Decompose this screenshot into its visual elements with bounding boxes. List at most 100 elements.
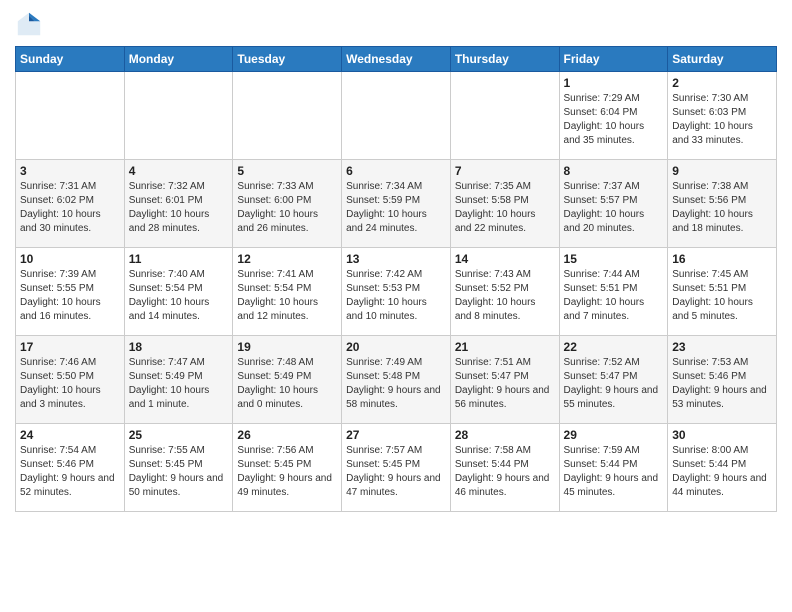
- day-info: Sunrise: 7:33 AM Sunset: 6:00 PM Dayligh…: [237, 180, 337, 236]
- calendar-cell: [450, 72, 559, 160]
- day-info: Sunrise: 7:45 AM Sunset: 5:51 PM Dayligh…: [672, 268, 772, 324]
- day-info: Sunrise: 7:59 AM Sunset: 5:44 PM Dayligh…: [564, 444, 664, 500]
- calendar-cell: 17 Sunrise: 7:46 AM Sunset: 5:50 PM Dayli…: [16, 336, 125, 424]
- calendar-cell: 8Sunrise: 7:37 AM Sunset: 5:57 PM Daylig…: [559, 160, 668, 248]
- day-info: Sunrise: 7:56 AM Sunset: 5:45 PM Dayligh…: [237, 444, 337, 500]
- day-info: Sunrise: 7:46 AM Sunset: 5:50 PM Dayligh…: [20, 356, 120, 412]
- calendar-cell: 28 Sunrise: 7:58 AM Sunset: 5:44 PM Dayli…: [450, 424, 559, 512]
- day-info: Sunrise: 7:39 AM Sunset: 5:55 PM Dayligh…: [20, 268, 120, 324]
- weekday-header-tuesday: Tuesday: [233, 47, 342, 72]
- day-info: Sunrise: 7:54 AM Sunset: 5:46 PM Dayligh…: [20, 444, 120, 500]
- day-info: Sunrise: 7:52 AM Sunset: 5:47 PM Dayligh…: [564, 356, 664, 412]
- weekday-header-friday: Friday: [559, 47, 668, 72]
- day-number: 5: [237, 164, 337, 178]
- day-info: Sunrise: 7:44 AM Sunset: 5:51 PM Dayligh…: [564, 268, 664, 324]
- calendar-cell: 20 Sunrise: 7:49 AM Sunset: 5:48 PM Dayli…: [342, 336, 451, 424]
- calendar-cell: 27 Sunrise: 7:57 AM Sunset: 5:45 PM Dayli…: [342, 424, 451, 512]
- calendar-cell: 5 Sunrise: 7:33 AM Sunset: 6:00 PM Daylig…: [233, 160, 342, 248]
- day-number: 30: [672, 428, 772, 442]
- day-info: Sunrise: 7:53 AM Sunset: 5:46 PM Dayligh…: [672, 356, 772, 412]
- day-number: 24: [20, 428, 120, 442]
- calendar-week-row: 3Sunrise: 7:31 AM Sunset: 6:02 PM Daylig…: [16, 160, 777, 248]
- day-info: Sunrise: 7:29 AM Sunset: 6:04 PM Dayligh…: [564, 92, 664, 148]
- calendar-cell: [16, 72, 125, 160]
- day-info: Sunrise: 7:32 AM Sunset: 6:01 PM Dayligh…: [129, 180, 229, 236]
- calendar-cell: [342, 72, 451, 160]
- day-info: Sunrise: 7:30 AM Sunset: 6:03 PM Dayligh…: [672, 92, 772, 148]
- calendar-cell: 2 Sunrise: 7:30 AM Sunset: 6:03 PM Daylig…: [668, 72, 777, 160]
- day-info: Sunrise: 7:58 AM Sunset: 5:44 PM Dayligh…: [455, 444, 555, 500]
- calendar-cell: 4 Sunrise: 7:32 AM Sunset: 6:01 PM Daylig…: [124, 160, 233, 248]
- day-number: 13: [346, 252, 446, 266]
- weekday-header-wednesday: Wednesday: [342, 47, 451, 72]
- calendar-cell: 9 Sunrise: 7:38 AM Sunset: 5:56 PM Daylig…: [668, 160, 777, 248]
- calendar-week-row: 17 Sunrise: 7:46 AM Sunset: 5:50 PM Dayli…: [16, 336, 777, 424]
- day-number: 4: [129, 164, 229, 178]
- day-number: 10: [20, 252, 120, 266]
- day-info: Sunrise: 7:47 AM Sunset: 5:49 PM Dayligh…: [129, 356, 229, 412]
- day-number: 26: [237, 428, 337, 442]
- day-info: Sunrise: 7:51 AM Sunset: 5:47 PM Dayligh…: [455, 356, 555, 412]
- day-info: Sunrise: 8:00 AM Sunset: 5:44 PM Dayligh…: [672, 444, 772, 500]
- day-number: 27: [346, 428, 446, 442]
- day-info: Sunrise: 7:43 AM Sunset: 5:52 PM Dayligh…: [455, 268, 555, 324]
- calendar-cell: 1Sunrise: 7:29 AM Sunset: 6:04 PM Daylig…: [559, 72, 668, 160]
- calendar-cell: 26 Sunrise: 7:56 AM Sunset: 5:45 PM Dayli…: [233, 424, 342, 512]
- calendar-cell: 14 Sunrise: 7:43 AM Sunset: 5:52 PM Dayli…: [450, 248, 559, 336]
- calendar-cell: 10 Sunrise: 7:39 AM Sunset: 5:55 PM Dayli…: [16, 248, 125, 336]
- calendar-cell: 22Sunrise: 7:52 AM Sunset: 5:47 PM Dayli…: [559, 336, 668, 424]
- day-number: 6: [346, 164, 446, 178]
- day-info: Sunrise: 7:31 AM Sunset: 6:02 PM Dayligh…: [20, 180, 120, 236]
- calendar-cell: 15Sunrise: 7:44 AM Sunset: 5:51 PM Dayli…: [559, 248, 668, 336]
- day-info: Sunrise: 7:48 AM Sunset: 5:49 PM Dayligh…: [237, 356, 337, 412]
- day-number: 21: [455, 340, 555, 354]
- day-info: Sunrise: 7:57 AM Sunset: 5:45 PM Dayligh…: [346, 444, 446, 500]
- calendar-cell: 7 Sunrise: 7:35 AM Sunset: 5:58 PM Daylig…: [450, 160, 559, 248]
- day-number: 28: [455, 428, 555, 442]
- day-info: Sunrise: 7:38 AM Sunset: 5:56 PM Dayligh…: [672, 180, 772, 236]
- weekday-header-monday: Monday: [124, 47, 233, 72]
- day-number: 25: [129, 428, 229, 442]
- day-number: 7: [455, 164, 555, 178]
- day-info: Sunrise: 7:42 AM Sunset: 5:53 PM Dayligh…: [346, 268, 446, 324]
- header: [15, 10, 777, 38]
- day-number: 11: [129, 252, 229, 266]
- day-info: Sunrise: 7:34 AM Sunset: 5:59 PM Dayligh…: [346, 180, 446, 236]
- day-info: Sunrise: 7:55 AM Sunset: 5:45 PM Dayligh…: [129, 444, 229, 500]
- day-info: Sunrise: 7:41 AM Sunset: 5:54 PM Dayligh…: [237, 268, 337, 324]
- day-info: Sunrise: 7:49 AM Sunset: 5:48 PM Dayligh…: [346, 356, 446, 412]
- calendar-cell: 19Sunrise: 7:48 AM Sunset: 5:49 PM Dayli…: [233, 336, 342, 424]
- calendar-cell: 3Sunrise: 7:31 AM Sunset: 6:02 PM Daylig…: [16, 160, 125, 248]
- calendar-week-row: 10 Sunrise: 7:39 AM Sunset: 5:55 PM Dayli…: [16, 248, 777, 336]
- calendar-cell: 30 Sunrise: 8:00 AM Sunset: 5:44 PM Dayli…: [668, 424, 777, 512]
- day-info: Sunrise: 7:40 AM Sunset: 5:54 PM Dayligh…: [129, 268, 229, 324]
- weekday-header-sunday: Sunday: [16, 47, 125, 72]
- day-number: 20: [346, 340, 446, 354]
- calendar-cell: 18Sunrise: 7:47 AM Sunset: 5:49 PM Dayli…: [124, 336, 233, 424]
- calendar-cell: [124, 72, 233, 160]
- day-info: Sunrise: 7:35 AM Sunset: 5:58 PM Dayligh…: [455, 180, 555, 236]
- calendar-cell: [233, 72, 342, 160]
- calendar-cell: 29 Sunrise: 7:59 AM Sunset: 5:44 PM Dayli…: [559, 424, 668, 512]
- calendar-cell: 25 Sunrise: 7:55 AM Sunset: 5:45 PM Dayli…: [124, 424, 233, 512]
- calendar-table: SundayMondayTuesdayWednesdayThursdayFrid…: [15, 46, 777, 512]
- day-number: 12: [237, 252, 337, 266]
- calendar-cell: 6 Sunrise: 7:34 AM Sunset: 5:59 PM Daylig…: [342, 160, 451, 248]
- calendar-cell: 23 Sunrise: 7:53 AM Sunset: 5:46 PM Dayli…: [668, 336, 777, 424]
- calendar-cell: 16 Sunrise: 7:45 AM Sunset: 5:51 PM Dayli…: [668, 248, 777, 336]
- day-number: 17: [20, 340, 120, 354]
- calendar-week-row: 1Sunrise: 7:29 AM Sunset: 6:04 PM Daylig…: [16, 72, 777, 160]
- day-number: 14: [455, 252, 555, 266]
- calendar-container: SundayMondayTuesdayWednesdayThursdayFrid…: [0, 0, 792, 522]
- day-number: 29: [564, 428, 664, 442]
- calendar-header: SundayMondayTuesdayWednesdayThursdayFrid…: [16, 47, 777, 72]
- calendar-cell: 12 Sunrise: 7:41 AM Sunset: 5:54 PM Dayli…: [233, 248, 342, 336]
- day-number: 16: [672, 252, 772, 266]
- day-number: 2: [672, 76, 772, 90]
- calendar-cell: 21 Sunrise: 7:51 AM Sunset: 5:47 PM Dayli…: [450, 336, 559, 424]
- weekday-header-row: SundayMondayTuesdayWednesdayThursdayFrid…: [16, 47, 777, 72]
- day-number: 9: [672, 164, 772, 178]
- calendar-cell: 24 Sunrise: 7:54 AM Sunset: 5:46 PM Dayli…: [16, 424, 125, 512]
- day-number: 23: [672, 340, 772, 354]
- calendar-cell: 11 Sunrise: 7:40 AM Sunset: 5:54 PM Dayli…: [124, 248, 233, 336]
